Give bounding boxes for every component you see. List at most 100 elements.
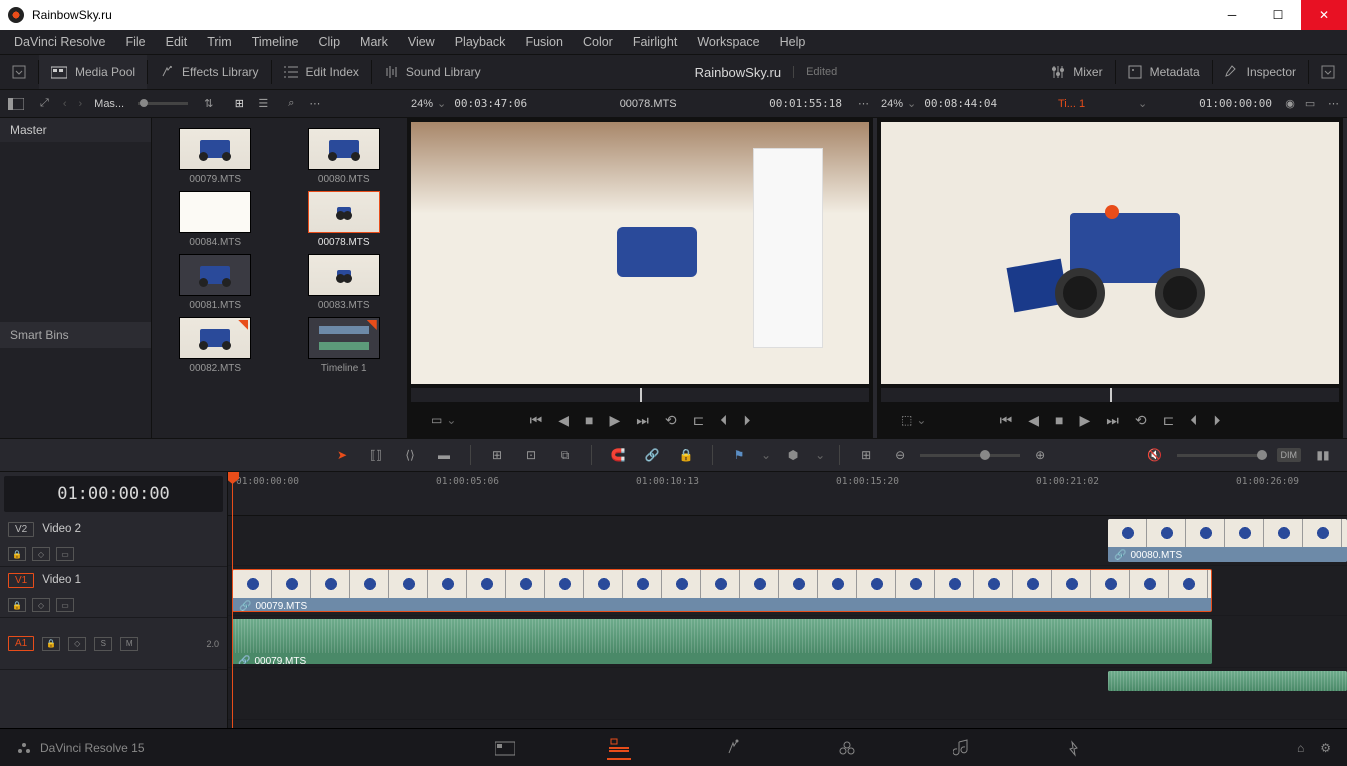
- first-frame-button[interactable]: ⏮: [530, 412, 543, 429]
- clip-thumb[interactable]: 00084.MTS: [158, 191, 273, 248]
- link-button[interactable]: 🔗: [640, 443, 664, 467]
- menu-color[interactable]: Color: [573, 35, 623, 49]
- auto-select-icon[interactable]: ◇: [68, 637, 86, 651]
- home-icon[interactable]: ⌂: [1297, 741, 1304, 755]
- auto-select-icon[interactable]: ◇: [32, 598, 50, 612]
- track-a2[interactable]: [228, 668, 1347, 720]
- clip-a1[interactable]: 🔗00079.MTS: [232, 619, 1212, 664]
- next-frame-button[interactable]: ⏭: [1106, 412, 1119, 429]
- display-mode-icon[interactable]: ▭: [1300, 94, 1320, 114]
- play-button[interactable]: ▶: [610, 412, 621, 429]
- auto-select-icon[interactable]: ◇: [32, 547, 50, 561]
- lock-icon[interactable]: 🔒: [8, 598, 26, 612]
- effects-library-button[interactable]: Effects Library: [148, 55, 270, 89]
- timeline-tc-display[interactable]: 01:00:00:00: [4, 476, 223, 512]
- menu-fairlight[interactable]: Fairlight: [623, 35, 687, 49]
- menu-file[interactable]: File: [115, 35, 155, 49]
- metadata-button[interactable]: Metadata: [1116, 55, 1212, 89]
- overwrite-button[interactable]: ⊡: [519, 443, 543, 467]
- mark-in-button[interactable]: ⊏: [1163, 412, 1175, 429]
- search-icon[interactable]: ⌕: [281, 94, 301, 114]
- flag-button[interactable]: ⚑: [727, 443, 751, 467]
- settings-icon[interactable]: ⚙: [1320, 741, 1331, 755]
- media-page[interactable]: [493, 736, 517, 760]
- prev-edit-button[interactable]: ⏴: [1190, 412, 1197, 429]
- trim-tool[interactable]: ⟦⟧: [364, 443, 388, 467]
- menu-clip[interactable]: Clip: [309, 35, 351, 49]
- timeline-scrubber[interactable]: [881, 388, 1339, 402]
- track-a1-badge[interactable]: A1: [8, 636, 34, 651]
- visibility-icon[interactable]: ▭: [56, 547, 74, 561]
- visibility-icon[interactable]: ▭: [56, 598, 74, 612]
- menu-workspace[interactable]: Workspace: [687, 35, 769, 49]
- dim-button[interactable]: DIM: [1277, 448, 1302, 462]
- mute-icon[interactable]: M: [120, 637, 138, 651]
- thumb-size-slider[interactable]: [138, 102, 188, 105]
- stop-button[interactable]: ■: [585, 412, 593, 428]
- playhead[interactable]: [232, 472, 233, 728]
- sort-button[interactable]: ⇅: [196, 97, 221, 110]
- menu-edit[interactable]: Edit: [156, 35, 198, 49]
- lock-icon[interactable]: 🔒: [42, 637, 60, 651]
- sidebar-toggle[interactable]: [0, 98, 32, 110]
- close-button[interactable]: ✕: [1301, 0, 1347, 30]
- color-page[interactable]: [835, 736, 859, 760]
- clip-thumb[interactable]: 00079.MTS: [158, 128, 273, 185]
- play-button[interactable]: ▶: [1080, 412, 1091, 429]
- clip-thumb[interactable]: 00080.MTS: [287, 128, 402, 185]
- source-viewer-image[interactable]: [411, 122, 869, 384]
- snap-button[interactable]: 🧲: [606, 443, 630, 467]
- mute-button[interactable]: 🔇: [1143, 443, 1167, 467]
- menu-fusion[interactable]: Fusion: [515, 35, 573, 49]
- meters-icon[interactable]: ▮▮: [1311, 443, 1335, 467]
- prev-edit-button[interactable]: ⏴: [720, 412, 727, 429]
- inspector-button[interactable]: Inspector: [1213, 55, 1308, 89]
- maximize-button[interactable]: ☐: [1255, 0, 1301, 30]
- view-options[interactable]: ⊞: [854, 443, 878, 467]
- track-v1[interactable]: 🔗00079.MTS: [228, 566, 1347, 616]
- insert-button[interactable]: ⊞: [485, 443, 509, 467]
- timeline-viewer-image[interactable]: [881, 122, 1339, 384]
- marker-button[interactable]: ⬢: [781, 443, 805, 467]
- minimize-button[interactable]: ─: [1209, 0, 1255, 30]
- dynamic-trim-tool[interactable]: ⟨⟩: [398, 443, 422, 467]
- source-options[interactable]: ⋯: [850, 97, 877, 110]
- layout-dropdown-right[interactable]: [1309, 55, 1347, 89]
- blade-tool[interactable]: ▬: [432, 443, 456, 467]
- mark-in-button[interactable]: ⊏: [693, 412, 705, 429]
- next-edit-button[interactable]: ⏵: [1213, 412, 1220, 429]
- track-a1[interactable]: 🔗00079.MTS: [228, 616, 1347, 668]
- source-clip-name[interactable]: 00078.MTS: [535, 98, 761, 110]
- clip-v2[interactable]: 🔗00080.MTS: [1108, 519, 1347, 562]
- bypass-icon[interactable]: ◉: [1280, 94, 1300, 114]
- replace-button[interactable]: ⧉: [553, 443, 577, 467]
- bin-dropdown[interactable]: Mas...: [88, 98, 130, 110]
- options-icon[interactable]: ⋯: [301, 97, 328, 110]
- first-frame-button[interactable]: ⏮: [1000, 412, 1013, 429]
- timeline-ruler[interactable]: 01:00:00:00 01:00:05:06 01:00:10:13 01:0…: [228, 472, 1347, 516]
- zoom-in[interactable]: ⊕: [1028, 443, 1052, 467]
- clip-thumb[interactable]: 00078.MTS: [287, 191, 402, 248]
- play-reverse-button[interactable]: ◀: [558, 412, 569, 429]
- fairlight-page[interactable]: [949, 736, 973, 760]
- loop-button[interactable]: ⟲: [665, 412, 677, 429]
- menu-trim[interactable]: Trim: [197, 35, 242, 49]
- timeline-options[interactable]: ⋯: [1320, 97, 1347, 110]
- track-v2-badge[interactable]: V2: [8, 522, 34, 537]
- list-view-icon[interactable]: ☰: [253, 94, 273, 114]
- menu-view[interactable]: View: [398, 35, 445, 49]
- deliver-page[interactable]: [1063, 736, 1087, 760]
- solo-icon[interactable]: S: [94, 637, 112, 651]
- volume-slider[interactable]: [1177, 454, 1267, 457]
- smart-bins-header[interactable]: Smart Bins: [0, 322, 151, 348]
- clip-thumb[interactable]: Timeline 1: [287, 317, 402, 374]
- track-v1-badge[interactable]: V1: [8, 573, 34, 588]
- next-frame-button[interactable]: ⏭: [636, 412, 649, 429]
- menu-help[interactable]: Help: [770, 35, 816, 49]
- media-pool-button[interactable]: Media Pool: [39, 55, 147, 89]
- clip-thumb[interactable]: 00081.MTS: [158, 254, 273, 311]
- grid-view-icon[interactable]: ⊞: [229, 94, 249, 114]
- edit-index-button[interactable]: Edit Index: [272, 55, 371, 89]
- forward-button[interactable]: ›: [72, 98, 88, 110]
- menu-davinci[interactable]: DaVinci Resolve: [4, 35, 115, 49]
